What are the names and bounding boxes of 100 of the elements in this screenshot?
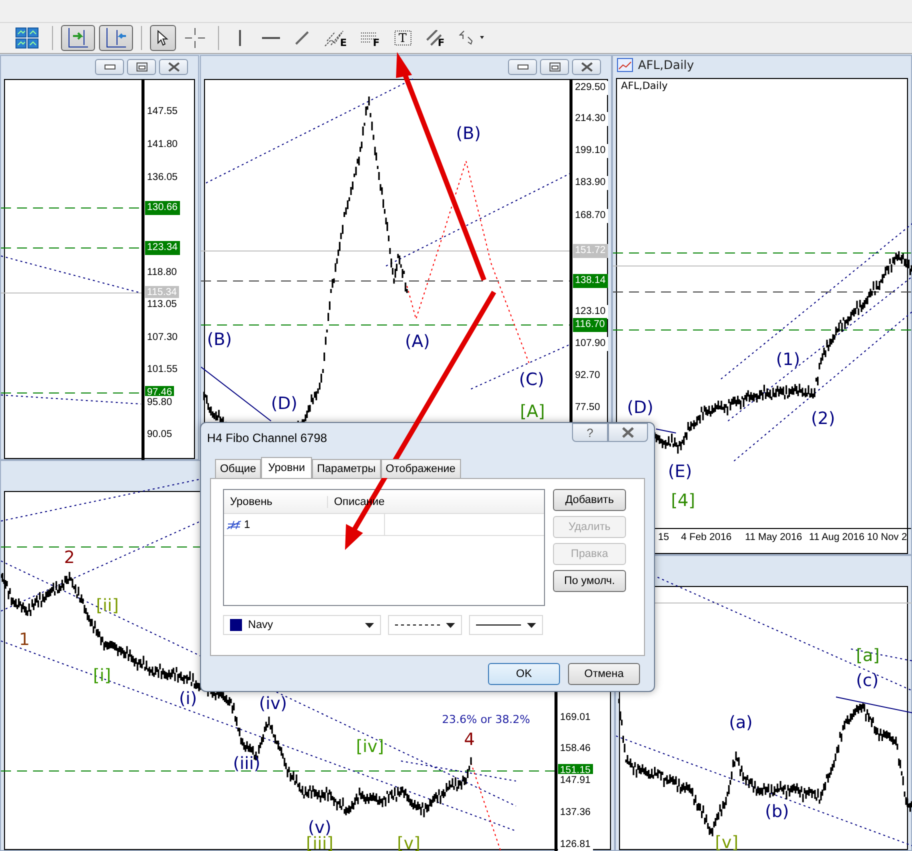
tool-button[interactable] [150,25,176,51]
tool-button[interactable]: F [420,25,450,51]
trend-line [656,428,676,434]
minimize-button[interactable] [508,59,537,75]
wave-label: (B) [207,331,232,350]
tool-button[interactable]: T [388,25,417,51]
wave-label: (iii) [233,755,260,774]
wave-label: (b) [765,803,790,822]
wave-label: [4] [671,492,696,511]
dialog-button[interactable]: OK [488,663,560,685]
price-label: 123.10 [573,305,608,319]
wave-label: (i) [179,690,197,709]
fibo-channel-icon [426,30,442,46]
wave-label: (c) [856,672,879,691]
vertical-line-icon [238,30,242,46]
tile-windows-icon [15,27,39,49]
maximize-button[interactable] [540,59,569,75]
price-label: 168.70 [573,209,608,223]
line-style-dropdown[interactable] [469,615,543,635]
date-label: 15 [658,532,670,543]
chart-window-icon [617,58,633,72]
maximize-button[interactable] [127,59,156,75]
minimize-icon [516,64,528,70]
wave-label: [i] [93,667,111,686]
wave-label: [v] [715,834,738,851]
level-icon [226,520,242,530]
wave-label: (E) [668,463,692,482]
price-tag: 151.72 [573,244,608,258]
line-style-dropdown[interactable] [388,615,462,635]
wave-label: 23.6% or 38.2% [442,714,530,726]
help-button[interactable]: ? [572,423,608,442]
tool-button[interactable] [99,25,133,51]
date-label: 4 Feb 2016 [681,532,732,543]
dashed-line-icon [395,624,440,626]
price-label: 126.81 [558,838,593,851]
fibo-grid-icon [360,32,377,44]
caret-icon [446,622,455,628]
chart-shift-icon [66,27,90,49]
maximize-icon [136,62,148,72]
wave-label: (C) [519,371,544,390]
wave-label: (A) [405,333,430,352]
dialog-button[interactable]: По умолч. [553,570,626,592]
wave-label: 2 [64,549,75,568]
color-name: Navy [248,619,274,631]
tab[interactable]: Уровни [261,457,312,478]
tool-button[interactable]: F [356,25,385,51]
horizontal-line-icon [262,36,280,40]
close-button[interactable] [572,59,601,75]
close-button[interactable] [608,423,648,442]
dialog-button[interactable]: Добавить [553,489,626,511]
dialog-button[interactable]: Отмена [568,663,640,685]
wave-label: 4 [464,731,475,750]
close-icon [580,62,592,72]
minimize-icon [104,64,116,70]
date-label: 11 Aug 2016 [809,532,864,543]
caret-icon [365,622,374,628]
price-label: 229.50 [573,81,608,95]
trend-line-icon [295,31,309,45]
color-swatch [230,619,242,631]
wave-label: (iv) [259,695,288,714]
date-label: 11 May 2016 [745,532,802,543]
cursor-icon [157,30,169,46]
text-label-icon [394,30,412,46]
price-label: 107.90 [573,337,608,351]
price-tag: 116.70 [573,318,607,332]
tab[interactable]: Параметры [312,459,381,478]
wave-label: (1) [776,351,800,370]
price-label: 183.90 [573,176,608,190]
wave-label: [A] [520,403,545,422]
wave-label: [iv] [356,738,384,757]
close-icon [621,427,635,438]
tab[interactable]: Общие [215,459,262,478]
price-label: 214.30 [573,112,608,126]
price-tag: 130.66 [145,201,180,215]
wave-label: (a) [729,714,753,733]
trend-line [201,366,272,422]
wave-label: (B) [456,125,481,144]
maximize-icon [548,62,560,72]
caret-icon [527,622,536,628]
price-tag: 123.34 [145,241,180,255]
tool-button[interactable] [61,25,95,51]
dialog-title: H4 Fibo Channel 6798 [207,431,328,445]
close-button[interactable] [159,59,188,75]
wave-label: (2) [811,410,836,429]
auto-scroll-icon [104,27,128,49]
price-label: 199.10 [573,144,608,158]
wave-label: (D) [627,399,654,418]
crosshair-icon [185,28,205,48]
wave-label: 1 [19,631,30,650]
minimize-button[interactable] [95,59,124,75]
color-dropdown[interactable]: Navy [223,615,381,635]
tab[interactable]: Отображение [380,459,461,478]
wave-label: [v] [397,835,420,851]
wave-label: [ii] [96,597,119,616]
solid-line-icon [476,624,522,626]
wave-label: [iii] [306,835,334,851]
window-title: AFL,Daily [638,58,694,72]
tool-button[interactable]: E [319,25,352,51]
arrows-icon [458,30,487,46]
column-header: Уровень [224,496,328,508]
